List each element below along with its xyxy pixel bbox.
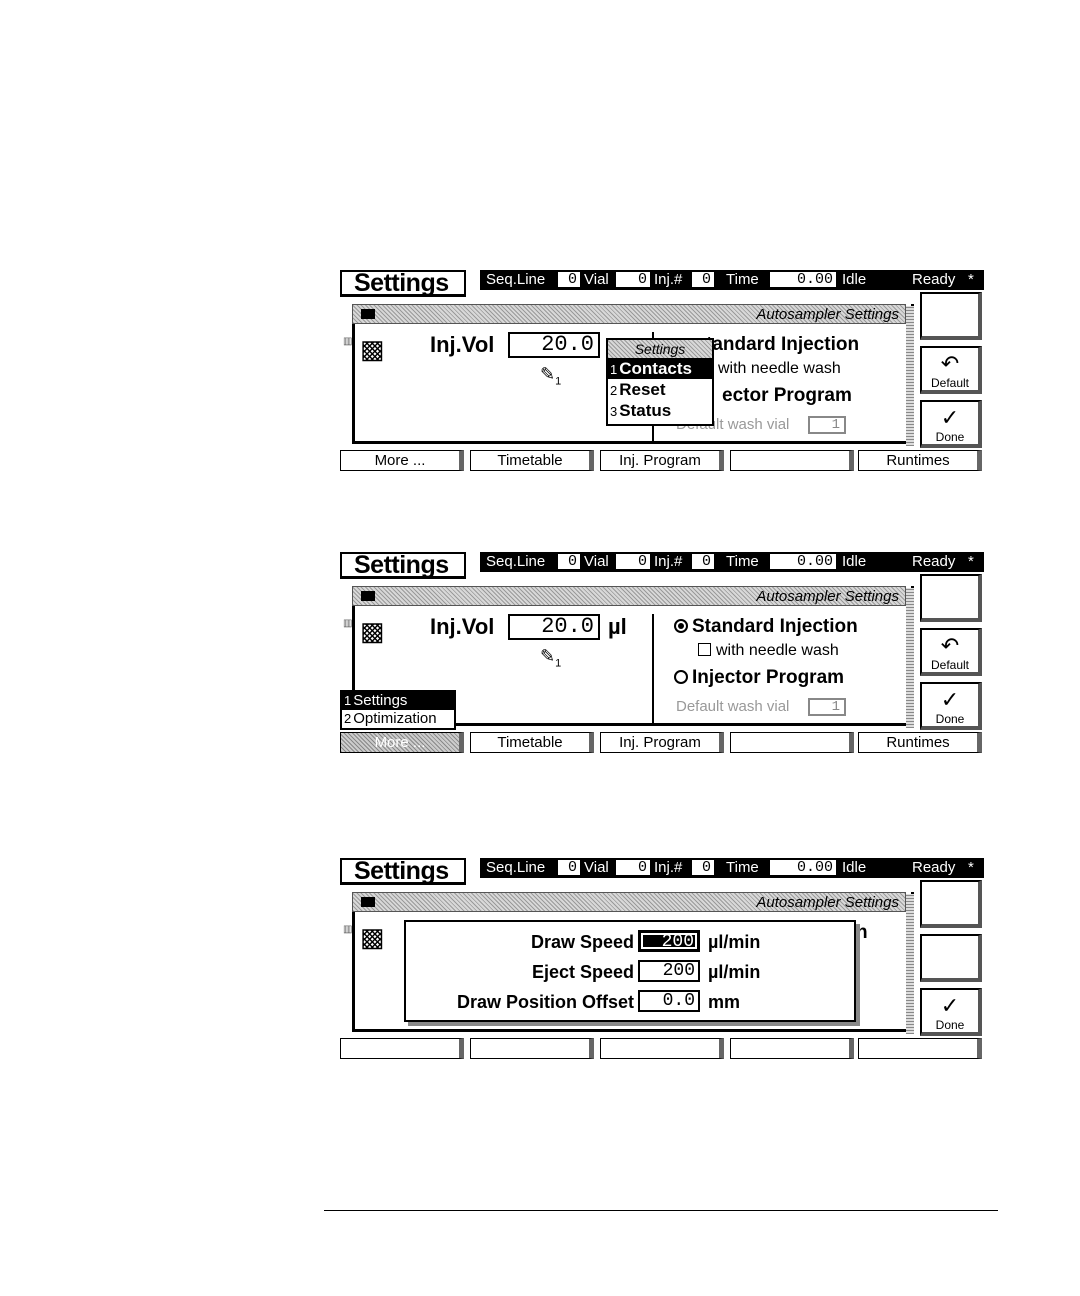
option-needle-wash[interactable]: with needle wash xyxy=(718,360,841,378)
done-button[interactable]: ✓ Done xyxy=(920,682,982,730)
panel-header: Autosampler Settings xyxy=(352,892,906,912)
blank-side-button[interactable] xyxy=(920,880,982,928)
check-icon: ✓ xyxy=(940,405,960,430)
speed-settings-dialog: Draw Speed 200 µl/min Eject Speed 200 µl… xyxy=(404,920,856,1022)
default-button[interactable]: ↶ Default xyxy=(920,628,982,676)
eject-speed-row: Eject Speed 200 µl/min xyxy=(406,960,846,986)
fkey-5[interactable] xyxy=(858,1038,982,1059)
eject-speed-unit: µl/min xyxy=(708,962,761,982)
fkey-more[interactable]: More ... xyxy=(340,732,464,753)
fkey-runtimes[interactable]: Runtimes xyxy=(858,732,982,753)
fkey-1[interactable] xyxy=(340,1038,464,1059)
inj-vol-field[interactable]: 20.0 xyxy=(508,332,600,358)
function-keys: More ... Timetable Inj. Program Runtimes xyxy=(340,450,984,472)
screen-settings-speed-dialog: Settings Seq.Line 0 Vial 0 Inj.# 0 Time … xyxy=(340,857,984,1060)
blank-side-button[interactable] xyxy=(920,292,982,340)
status-bar: Seq.Line 0 Vial 0 Inj.# 0 Time 0.00 Idle… xyxy=(480,270,984,290)
screen-settings-more-menu: Settings Seq.Line 0 Vial 0 Inj.# 0 Time … xyxy=(340,551,984,754)
fkey-3[interactable] xyxy=(600,1038,724,1059)
radio-icon xyxy=(674,670,688,684)
function-keys: More ... Timetable Inj. Program Runtimes xyxy=(340,732,984,754)
syringe-icon: ✎1 xyxy=(540,646,562,670)
checkbox-icon xyxy=(698,643,711,656)
screen-title: Settings xyxy=(340,551,466,579)
scroll-mark: ▥ xyxy=(343,924,353,935)
undo-icon: ↶ xyxy=(940,633,960,658)
tray-icon: ▩ xyxy=(360,922,385,952)
menu-item-status[interactable]: 3 Status xyxy=(608,400,712,421)
screen-settings-contacts-menu: Settings Seq.Line 0 Vial 0 Inj.# 0 Time … xyxy=(340,269,984,472)
draw-position-offset-label: Draw Position Offset xyxy=(456,992,634,1012)
syringe-icon: ✎1 xyxy=(540,364,562,388)
draw-speed-row: Draw Speed 200 µl/min xyxy=(406,930,846,956)
draw-speed-field[interactable]: 200 xyxy=(638,930,700,952)
title-bar: Settings Seq.Line 0 Vial 0 Inj.# 0 Time … xyxy=(340,857,984,886)
default-wash-field[interactable]: 1 xyxy=(808,698,846,716)
draw-speed-label: Draw Speed xyxy=(530,932,634,952)
undo-icon: ↶ xyxy=(940,351,960,376)
title-bar: Settings Seq.Line 0 Vial 0 Inj.# 0 Time … xyxy=(340,269,984,298)
fkey-timetable[interactable]: Timetable xyxy=(470,450,594,471)
inj-vol-label: Inj.Vol xyxy=(430,332,495,357)
draw-speed-unit: µl/min xyxy=(708,932,761,952)
fkey-timetable[interactable]: Timetable xyxy=(470,732,594,753)
screen-title: Settings xyxy=(340,857,466,885)
draw-position-offset-field[interactable]: 0.0 xyxy=(638,990,700,1012)
option-standard-injection[interactable]: tandard Injection xyxy=(706,334,859,356)
tray-icon: ▩ xyxy=(360,334,385,364)
option-injector-program[interactable]: Injector Program xyxy=(674,667,844,689)
fkey-inj-program[interactable]: Inj. Program xyxy=(600,732,724,753)
panel-header: Autosampler Settings xyxy=(352,586,906,606)
fkey-4[interactable] xyxy=(730,1038,854,1059)
inj-vol-label: Inj.Vol xyxy=(430,614,495,639)
check-icon: ✓ xyxy=(940,687,960,712)
partial-option-text: h xyxy=(856,922,868,943)
panel-divider xyxy=(652,614,654,724)
default-wash-label: Default wash vial xyxy=(676,698,790,715)
done-button[interactable]: ✓ Done xyxy=(920,400,982,448)
function-keys xyxy=(340,1038,984,1060)
eject-speed-field[interactable]: 200 xyxy=(638,960,700,982)
fkey-empty[interactable] xyxy=(730,450,854,471)
draw-position-offset-unit: mm xyxy=(708,992,741,1012)
radio-selected-icon xyxy=(674,619,688,633)
option-needle-wash[interactable]: with needle wash xyxy=(698,642,839,660)
eject-speed-label: Eject Speed xyxy=(531,962,634,982)
option-standard-injection[interactable]: Standard Injection xyxy=(674,616,858,638)
check-icon: ✓ xyxy=(940,993,960,1018)
done-button[interactable]: ✓ Done xyxy=(920,988,982,1036)
option-injector-program[interactable]: ector Program xyxy=(722,385,852,407)
status-bar: Seq.Line 0 Vial 0 Inj.# 0 Time 0.00 Idle… xyxy=(480,552,984,572)
inj-vol-unit: µl xyxy=(608,614,627,639)
panel-header: Autosampler Settings xyxy=(352,304,906,324)
menu-item-reset[interactable]: 2 Reset xyxy=(608,379,712,400)
default-wash-field[interactable]: 1 xyxy=(808,416,846,434)
fkey-runtimes[interactable]: Runtimes xyxy=(858,450,982,471)
scroll-mark: ▥ xyxy=(343,618,353,629)
fkey-empty[interactable] xyxy=(730,732,854,753)
menu-item-contacts[interactable]: 1 Contacts xyxy=(608,358,712,379)
scroll-mark: ▥ xyxy=(343,336,353,347)
draw-position-offset-row: Draw Position Offset 0.0 mm xyxy=(406,990,846,1016)
tray-icon: ▩ xyxy=(360,616,385,646)
fkey-2[interactable] xyxy=(470,1038,594,1059)
blank-side-button[interactable] xyxy=(920,574,982,622)
screen-title: Settings xyxy=(340,269,466,297)
fkey-inj-program[interactable]: Inj. Program xyxy=(600,450,724,471)
menu-item-optimization[interactable]: 2 Optimization xyxy=(342,710,454,728)
default-button[interactable]: ↶ Default xyxy=(920,346,982,394)
more-popup-menu: 1 Settings 2 Optimization xyxy=(340,690,456,730)
settings-popup-menu: Settings 1 Contacts 2 Reset 3 Status xyxy=(606,338,714,426)
title-bar: Settings Seq.Line 0 Vial 0 Inj.# 0 Time … xyxy=(340,551,984,580)
menu-item-settings[interactable]: 1 Settings xyxy=(342,692,454,710)
fkey-more[interactable]: More ... xyxy=(340,450,464,471)
page-footer-rule xyxy=(324,1210,998,1211)
inj-vol-field[interactable]: 20.0 xyxy=(508,614,600,640)
popup-header: Settings xyxy=(608,340,712,358)
blank-side-button-2[interactable] xyxy=(920,934,982,982)
status-bar: Seq.Line 0 Vial 0 Inj.# 0 Time 0.00 Idle… xyxy=(480,858,984,878)
